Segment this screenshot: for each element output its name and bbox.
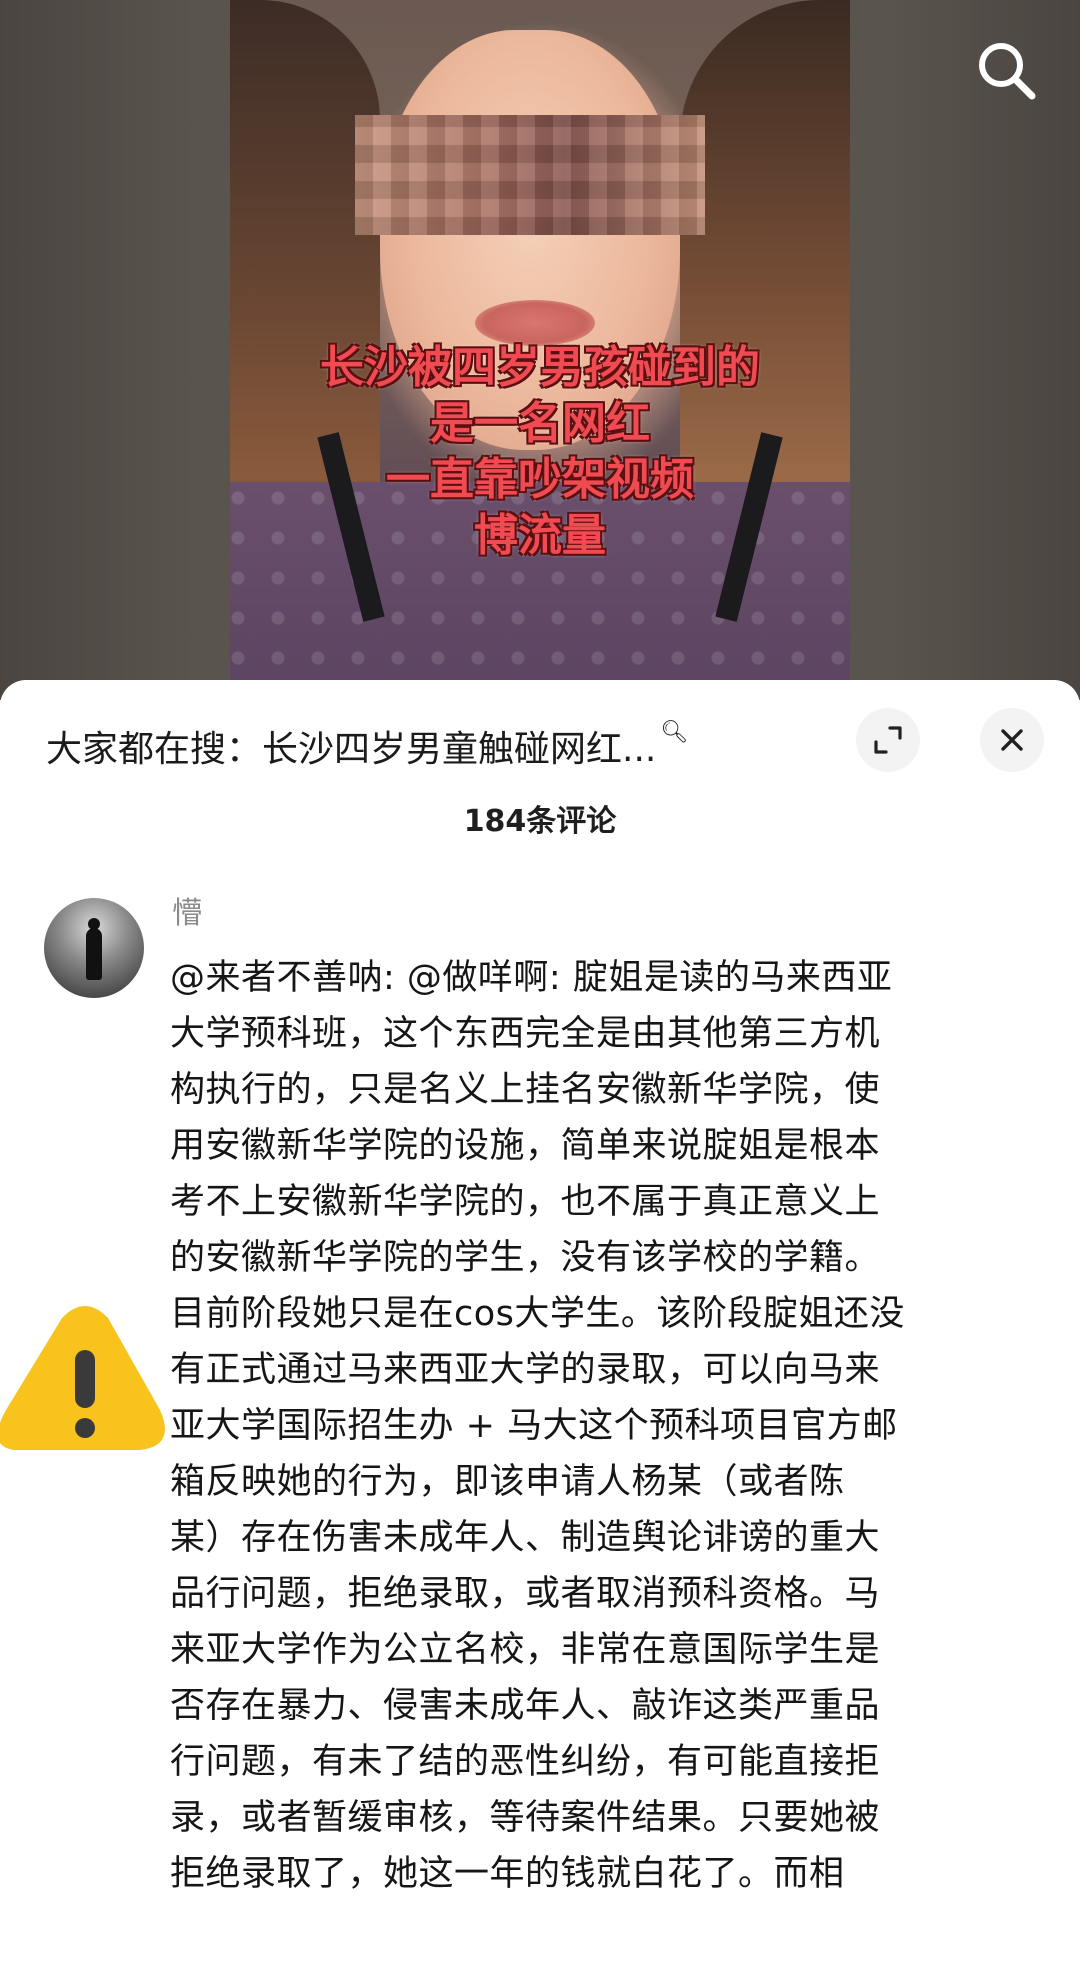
avatar-figure-body [86,928,102,980]
comment-line: 拒绝录取了，她这一年的钱就白花了。而相 [170,1854,845,1894]
hot-search-link[interactable]: 大家都在搜：长沙四岁男童触碰网红... 🔍︎ [46,720,688,772]
comment-line: 箱反映她的行为，即该申请人杨某（或者陈 [170,1462,845,1502]
comment-line: 目前阶段她只是在cos大学生。该阶段腚姐还没 [170,1294,905,1334]
avatar[interactable] [44,898,144,998]
comment-username[interactable]: 懵 [172,888,202,932]
search-button[interactable] [972,36,1042,106]
video-caption-line: 是一名网红 [430,398,650,449]
comment-line: 行问题，有未了结的恶性纠纷，有可能直接拒 [170,1742,881,1782]
search-icon [979,43,1036,100]
video-player[interactable]: 长沙被四岁男孩碰到的 是一名网红 一直靠吵架视频 博流量 [0,0,1080,700]
comment-line: 录，或者暂缓审核，等待案件结果。只要她被 [170,1798,881,1838]
video-caption-line: 博流量 [474,510,606,561]
hot-search-text: 大家都在搜：长沙四岁男童触碰网红... [46,729,657,770]
comment-line: 否存在暴力、侵害未成年人、敲诈这类严重品 [170,1686,881,1726]
close-button[interactable] [980,708,1044,772]
comment-line: 用安徽新华学院的设施，简单来说腚姐是根本 [170,1126,881,1166]
comment-count: 184条评论 [463,804,617,839]
comment-line: 有正式通过马来西亚大学的录取，可以向马来 [170,1350,881,1390]
small-search-icon: 🔍︎ [660,720,689,745]
comment-line: 构执行的，只是名义上挂名安徽新华学院，使 [170,1070,881,1110]
warning-icon [0,1306,165,1450]
comment-line: 考不上安徽新华学院的，也不属于真正意义上 [170,1182,881,1222]
comment-line: 来亚大学作为公立名校，非常在意国际学生是 [170,1630,881,1670]
video-caption-line: 长沙被四岁男孩碰到的 [320,342,760,393]
video-caption-line: 一直靠吵架视频 [386,454,694,505]
bottom-fade [0,1896,1080,1986]
comment-line: 品行问题，拒绝录取，或者取消预科资格。马 [170,1574,881,1614]
comment-line: 的安徽新华学院的学生，没有该学校的学籍。 [170,1238,881,1278]
close-icon [1001,729,1023,751]
expand-icon [874,726,902,754]
comment-line: @来者不善呐: @做咩啊: 腚姐是读的马来西亚 [170,958,893,998]
video-caption-overlay: 长沙被四岁男孩碰到的 是一名网红 一直靠吵架视频 博流量 [230,340,850,564]
comments-sheet-header: 大家都在搜：长沙四岁男童触碰网红... 🔍︎ [0,680,1080,800]
comment-line: 大学预科班，这个东西完全是由其他第三方机 [170,1014,881,1054]
comment-line: 某）存在伤害未成年人、制造舆论诽谤的重大 [170,1518,881,1558]
face-mosaic [355,115,705,235]
warning-sticker [0,1300,170,1470]
comment-line: 亚大学国际招生办 + 马大这个预科项目官方邮 [170,1406,898,1446]
expand-button[interactable] [856,708,920,772]
page: 长沙被四岁男孩碰到的 是一名网红 一直靠吵架视频 博流量 大家都在搜：长沙四岁男… [0,0,1080,1986]
video-frame: 长沙被四岁男孩碰到的 是一名网红 一直靠吵架视频 博流量 [230,0,850,682]
comment-text: @来者不善呐: @做咩啊: 腚姐是读的马来西亚 大学预科班，这个东西完全是由其他… [170,950,1040,1902]
